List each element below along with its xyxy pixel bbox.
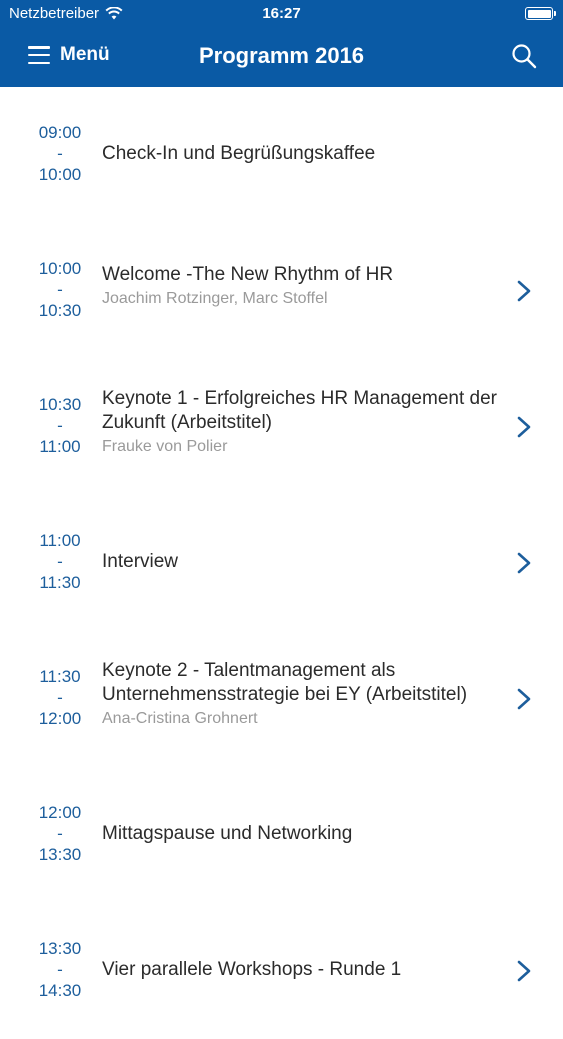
session-content: Welcome -The New Rhythm of HR Joachim Ro… [102,263,512,310]
session-row: 12:00 - 13:30 Mittagspause und Networkin… [0,767,563,903]
session-content: Vier parallele Workshops - Runde 1 [102,958,512,982]
session-content: Keynote 1 - Erfolgreiches HR Management … [102,387,512,458]
session-row[interactable]: 13:30 - 14:30 Vier parallele Workshops -… [0,903,563,1039]
top-bar: Netzbetreiber 16:27 Menü Programm 2016 [0,0,563,87]
start-time: 11:30 [39,667,81,686]
session-row[interactable]: 10:00 - 10:30 Welcome -The New Rhythm of… [0,223,563,359]
session-title: Mittagspause und Networking [102,823,353,844]
battery-icon [525,7,556,20]
end-time: 13:30 [38,845,82,864]
session-row[interactable]: 11:00 - 11:30 Interview [0,495,563,631]
session-title: Keynote 2 - Talentmanagement als Unterne… [102,660,468,705]
status-time: 16:27 [262,5,301,22]
session-title: Interview [102,551,179,572]
session-speaker: Ana-Cristina Grohnert [102,710,258,727]
session-row: 09:00 - 10:00 Check-In und Begrüßungskaf… [0,87,563,223]
chevron-right-icon[interactable] [517,960,531,982]
end-time: 12:00 [38,709,82,728]
navigation-bar: Menü Programm 2016 [0,30,563,87]
session-time: 13:30 - 14:30 [24,938,96,1001]
session-content: Interview [102,550,512,574]
end-time: 10:30 [38,301,82,320]
session-content: Keynote 2 - Talentmanagement als Unterne… [102,659,512,730]
session-title: Welcome -The New Rhythm of HR [102,264,394,285]
end-time: 10:00 [38,165,82,184]
session-content: Check-In und Begrüßungskaffee [102,142,512,166]
session-time: 12:00 - 13:30 [24,802,96,865]
page-title: Programm 2016 [198,43,365,68]
session-speaker: Frauke von Polier [102,438,228,455]
session-time: 10:00 - 10:30 [24,258,96,321]
start-time: 12:00 [38,803,82,822]
end-time: 14:30 [38,981,82,1000]
time-separator: - [57,824,63,843]
session-content: Mittagspause und Networking [102,822,512,846]
session-row[interactable]: 10:30 - 11:00 Keynote 1 - Erfolgreiches … [0,359,563,495]
session-speaker: Joachim Rotzinger, Marc Stoffel [102,290,328,307]
time-separator: - [57,144,63,163]
start-time: 10:00 [38,259,82,278]
time-separator: - [57,688,63,707]
session-time: 09:00 - 10:00 [24,122,96,185]
chevron-right-icon[interactable] [517,688,531,710]
session-title: Keynote 1 - Erfolgreiches HR Management … [102,388,497,433]
start-time: 10:30 [38,395,82,414]
end-time: 11:00 [39,437,81,456]
session-time: 11:30 - 12:00 [24,666,96,729]
session-title: Check-In und Begrüßungskaffee [102,143,376,164]
time-separator: - [57,280,63,299]
end-time: 11:30 [39,573,81,592]
session-title: Vier parallele Workshops - Runde 1 [102,959,402,980]
start-time: 13:30 [38,939,82,958]
session-time: 10:30 - 11:00 [24,394,96,457]
session-time: 11:00 - 11:30 [24,530,96,593]
time-separator: - [57,960,63,979]
start-time: 11:00 [39,531,81,550]
chevron-right-icon[interactable] [517,416,531,438]
chevron-right-icon[interactable] [517,280,531,302]
status-bar: Netzbetreiber 16:27 [0,0,563,30]
chevron-right-icon[interactable] [517,552,531,574]
search-icon[interactable] [511,43,537,69]
time-separator: - [57,416,63,435]
session-row[interactable]: 11:30 - 12:00 Keynote 2 - Talentmanageme… [0,631,563,767]
time-separator: - [57,552,63,571]
start-time: 09:00 [38,123,82,142]
